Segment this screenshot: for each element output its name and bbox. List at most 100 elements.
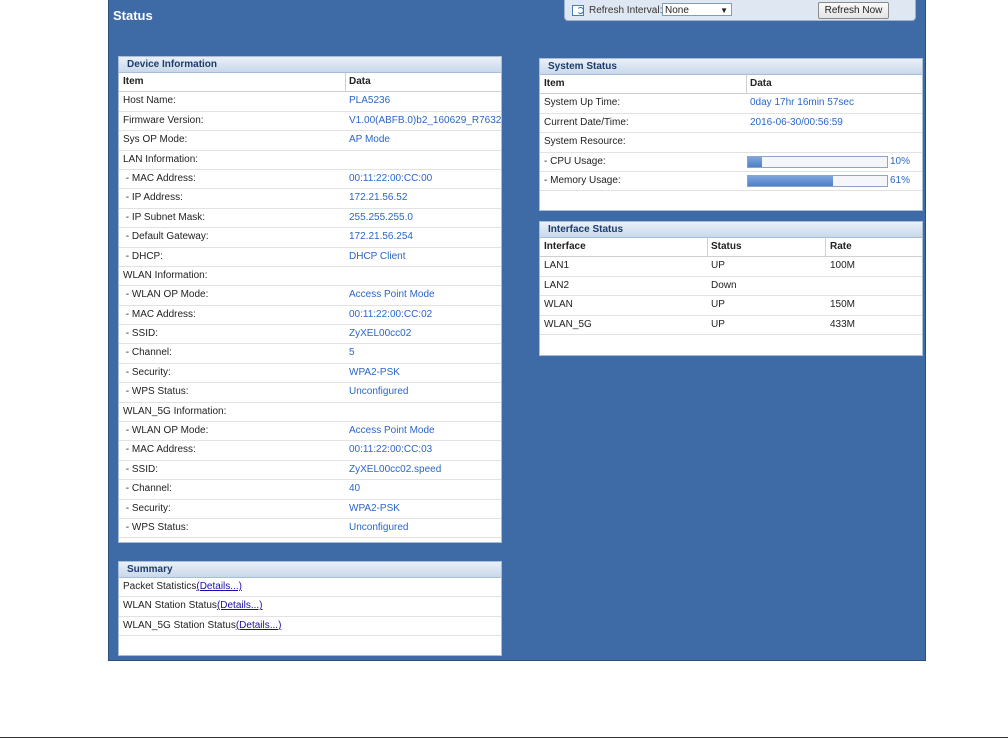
table-row: - DHCP: DHCP Client [119,248,501,267]
row-value: DHCP Client [349,250,406,262]
panel-title: Device Information [119,57,501,73]
panel-title: System Status [540,59,922,75]
memory-usage-fill [748,175,833,186]
uptime-label: System Up Time: [544,97,621,109]
row-label: - MAC Address: [123,308,196,320]
system-status-panel: System Status Item Data System Up Time: … [539,58,923,211]
cpu-usage-percent: 10% [890,155,911,167]
column-divider [345,73,346,92]
status-frame: Status Refresh Interval: None ▼ Refresh … [108,0,926,661]
wlan-station-details-link[interactable]: (Details...) [217,600,263,611]
table-header: Item Data [119,73,501,93]
table-row: - MAC Address: 00:11:22:00:CC:00 [119,170,501,190]
row-value: 172.21.56.254 [349,231,413,243]
row-label: - WLAN OP Mode: [123,425,209,437]
column-header-interface: Interface [544,241,586,252]
packet-statistics-label: Packet Statistics [123,581,197,592]
table-row: Host Name: PLA5236 [119,92,501,112]
chevron-down-icon: ▼ [720,6,728,15]
table-row: - WPS Status: Unconfigured [119,519,501,539]
system-resource-label: System Resource: [544,136,626,148]
table-row: - SSID: ZyXEL00cc02 [119,325,501,345]
column-header-rate: Rate [830,241,852,252]
row-label: - DHCP: [123,250,163,262]
refresh-now-button[interactable]: Refresh Now [818,2,889,19]
table-row: - Security: WPA2-PSK [119,364,501,384]
table-row: - MAC Address: 00:11:22:00:CC:03 [119,441,501,461]
row-label: - IP Address: [123,192,183,204]
list-item: Packet Statistics(Details...) [119,578,501,598]
uptime-value: 0day 17hr 16min 57sec [750,97,854,109]
row-value: Access Point Mode [349,289,435,301]
table-row: - IP Subnet Mask: 255.255.255.0 [119,209,501,229]
row-value: 5 [349,347,355,359]
interface-status: Down [711,279,737,291]
interface-rate: 150M [830,299,856,311]
row-value: WPA2-PSK [349,502,400,514]
refresh-toolbar: Refresh Interval: None ▼ Refresh Now [564,0,916,21]
table-row: - WPS Status: Unconfigured [119,383,501,403]
memory-usage-label: - Memory Usage: [544,174,621,186]
column-divider [707,238,708,257]
summary-panel: Summary Packet Statistics(Details...) WL… [118,561,502,656]
table-row: - Memory Usage: 61% [540,172,922,192]
interface-name: WLAN_5G [544,318,592,330]
table-row: System Up Time: 0day 17hr 16min 57sec [540,94,922,114]
row-value: 255.255.255.0 [349,211,413,223]
wlan5g-station-details-link[interactable]: (Details...) [236,620,282,631]
column-header-status: Status [711,241,742,252]
row-value: Unconfigured [349,521,409,533]
column-divider [825,238,826,257]
row-label: - Channel: [123,483,172,495]
row-label: - Channel: [123,347,172,359]
list-item: WLAN Station Status(Details...) [119,597,501,617]
row-label: - Default Gateway: [123,231,209,243]
interface-status-panel: Interface Status Interface Status Rate L… [539,221,923,356]
row-value: Unconfigured [349,386,409,398]
cpu-usage-bar [747,155,888,168]
interface-status: UP [711,299,725,311]
interface-status: UP [711,260,725,272]
row-value: 00:11:22:00:CC:03 [349,444,433,456]
row-value: 00:11:22:00:CC:02 [349,308,433,320]
table-row: - SSID: ZyXEL00cc02.speed [119,461,501,481]
table-row: - CPU Usage: 10% [540,153,922,172]
page-title: Status [113,8,153,23]
table-row: - MAC Address: 00:11:22:00:CC:02 [119,306,501,326]
panel-title: Summary [119,562,501,578]
column-header-data: Data [349,76,371,87]
memory-usage-bar [747,174,888,187]
cpu-usage-label: - CPU Usage: [544,155,606,167]
page-divider [0,737,1008,738]
list-item: WLAN_5G Station Status(Details...) [119,617,501,637]
row-value: V1.00(ABFB.0)b2_160629_R7632 [349,114,502,126]
table-row: - IP Address: 172.21.56.52 [119,189,501,209]
cpu-usage-fill [748,156,762,167]
wlan5g-station-status-label: WLAN_5G Station Status [123,619,236,631]
refresh-interval-select[interactable]: None ▼ [662,3,732,16]
refresh-interval-value: None [665,5,689,16]
table-row: LAN Information: [119,151,501,170]
interface-name: LAN1 [544,260,570,272]
row-value: 172.21.56.52 [349,192,408,204]
row-value: 00:11:22:00:CC:00 [349,172,433,184]
row-value: WPA2-PSK [349,366,400,378]
interface-name: WLAN [544,299,573,311]
table-row: WLAN_5G UP 433M [540,316,922,335]
row-label: - WPS Status: [123,521,189,533]
date-time-label: Current Date/Time: [544,116,629,128]
row-label: - Security: [123,502,171,514]
packet-statistics-details-link[interactable]: (Details...) [196,581,242,592]
column-header-item: Item [544,78,565,89]
row-value: ZyXEL00cc02 [349,328,412,340]
row-label: - WLAN OP Mode: [123,289,209,301]
table-row: LAN2 Down [540,277,922,297]
memory-usage-percent: 61% [890,174,911,186]
interface-name: LAN2 [544,279,570,291]
table-row: LAN1 UP 100M [540,257,922,277]
table-row: WLAN Information: [119,267,501,287]
table-row: - Channel: 5 [119,344,501,364]
table-row: Firmware Version: V1.00(ABFB.0)b2_160629_… [119,112,502,132]
table-row: Sys OP Mode: AP Mode [119,131,501,151]
interface-rows: LAN1 UP 100M LAN2 Down WLAN UP 150M WLAN_5G UP 433… [540,257,922,335]
